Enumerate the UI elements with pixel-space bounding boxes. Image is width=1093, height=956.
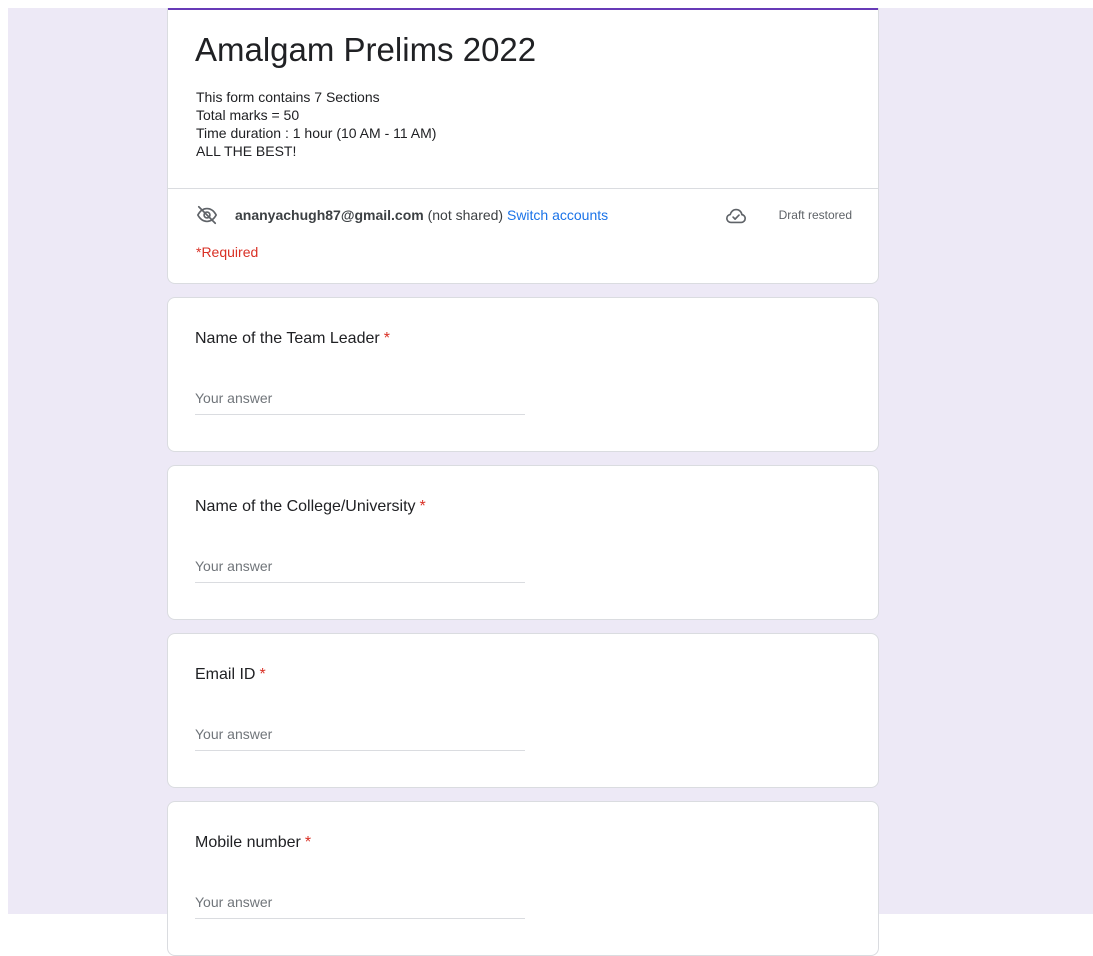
question-text: Name of the College/University (195, 498, 416, 515)
question-label: Name of the College/University * (195, 498, 426, 516)
mobile-number-input[interactable] (195, 886, 525, 919)
question-label: Email ID * (195, 666, 266, 684)
description-line: ALL THE BEST! (196, 143, 297, 159)
question-label: Mobile number * (195, 834, 311, 852)
switch-accounts-link[interactable]: Switch accounts (507, 207, 608, 223)
question-card: Mobile number * (167, 801, 879, 956)
required-asterisk: * (383, 330, 390, 347)
email-input[interactable] (195, 718, 525, 751)
college-input[interactable] (195, 550, 525, 583)
question-text: Mobile number (195, 834, 301, 851)
account-row: ananyachugh87@gmail.com (not shared) Swi… (196, 204, 852, 228)
question-card: Name of the Team Leader * (167, 297, 879, 452)
account-shared-note: (not shared) (427, 207, 504, 223)
question-card: Name of the College/University * (167, 465, 879, 620)
form-title: Amalgam Prelims 2022 (195, 31, 537, 68)
account-info: ananyachugh87@gmail.com (not shared) Swi… (235, 207, 608, 223)
form-description: This form contains 7 Sections Total mark… (196, 88, 436, 160)
description-line: This form contains 7 Sections (196, 89, 380, 105)
required-asterisk: * (304, 834, 312, 851)
header-accent-bar (168, 8, 878, 10)
question-card: Email ID * (167, 633, 879, 788)
eye-off-icon (196, 205, 218, 225)
required-asterisk: * (259, 666, 266, 683)
question-text: Name of the Team Leader (195, 330, 380, 347)
team-leader-input[interactable] (195, 382, 525, 415)
required-note: *Required (196, 244, 259, 260)
form-container: Amalgam Prelims 2022 This form contains … (167, 8, 879, 956)
description-line: Total marks = 50 (196, 107, 300, 123)
draft-status: Draft restored (778, 208, 852, 222)
form-header-card: Amalgam Prelims 2022 This form contains … (167, 8, 879, 284)
required-asterisk: * (419, 498, 426, 515)
description-line: Time duration : 1 hour (10 AM - 11 AM) (196, 125, 437, 141)
question-text: Email ID (195, 666, 256, 683)
header-divider (168, 188, 878, 189)
account-email: ananyachugh87@gmail.com (235, 207, 424, 223)
question-label: Name of the Team Leader * (195, 330, 390, 348)
cloud-check-icon (726, 208, 746, 224)
